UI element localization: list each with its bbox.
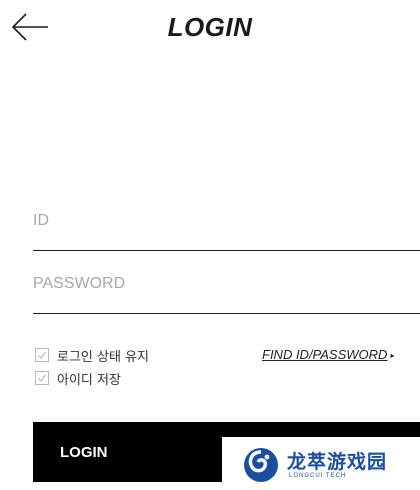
header: LOGIN (0, 0, 420, 56)
save-id-checkbox[interactable] (35, 371, 49, 385)
caret-right-icon: ▸ (390, 351, 395, 361)
save-id-option[interactable]: 아이디 저장 (35, 369, 121, 388)
password-input[interactable] (33, 273, 420, 295)
watermark-text: 龙萃游戏园 (287, 451, 388, 473)
keep-login-label: 로그인 상태 유지 (57, 349, 149, 365)
watermark: 龙萃游戏园 LONGCUI TECH (222, 437, 420, 490)
page-title: LOGIN (167, 12, 253, 42)
swirl-logo-icon (244, 448, 278, 482)
check-icon (38, 351, 46, 359)
check-icon (38, 374, 46, 382)
id-input[interactable] (33, 210, 420, 232)
keep-login-option[interactable]: 로그인 상태 유지 (35, 346, 149, 365)
watermark-subtext: LONGCUI TECH (289, 473, 347, 479)
id-field[interactable] (33, 210, 420, 251)
save-id-label: 아이디 저장 (57, 372, 121, 388)
find-id-password-link[interactable]: FIND ID/PASSWORD ▸ (262, 347, 394, 362)
password-field[interactable] (33, 273, 420, 314)
keep-login-checkbox[interactable] (35, 348, 49, 362)
find-link-label: FIND ID/PASSWORD (262, 347, 388, 362)
